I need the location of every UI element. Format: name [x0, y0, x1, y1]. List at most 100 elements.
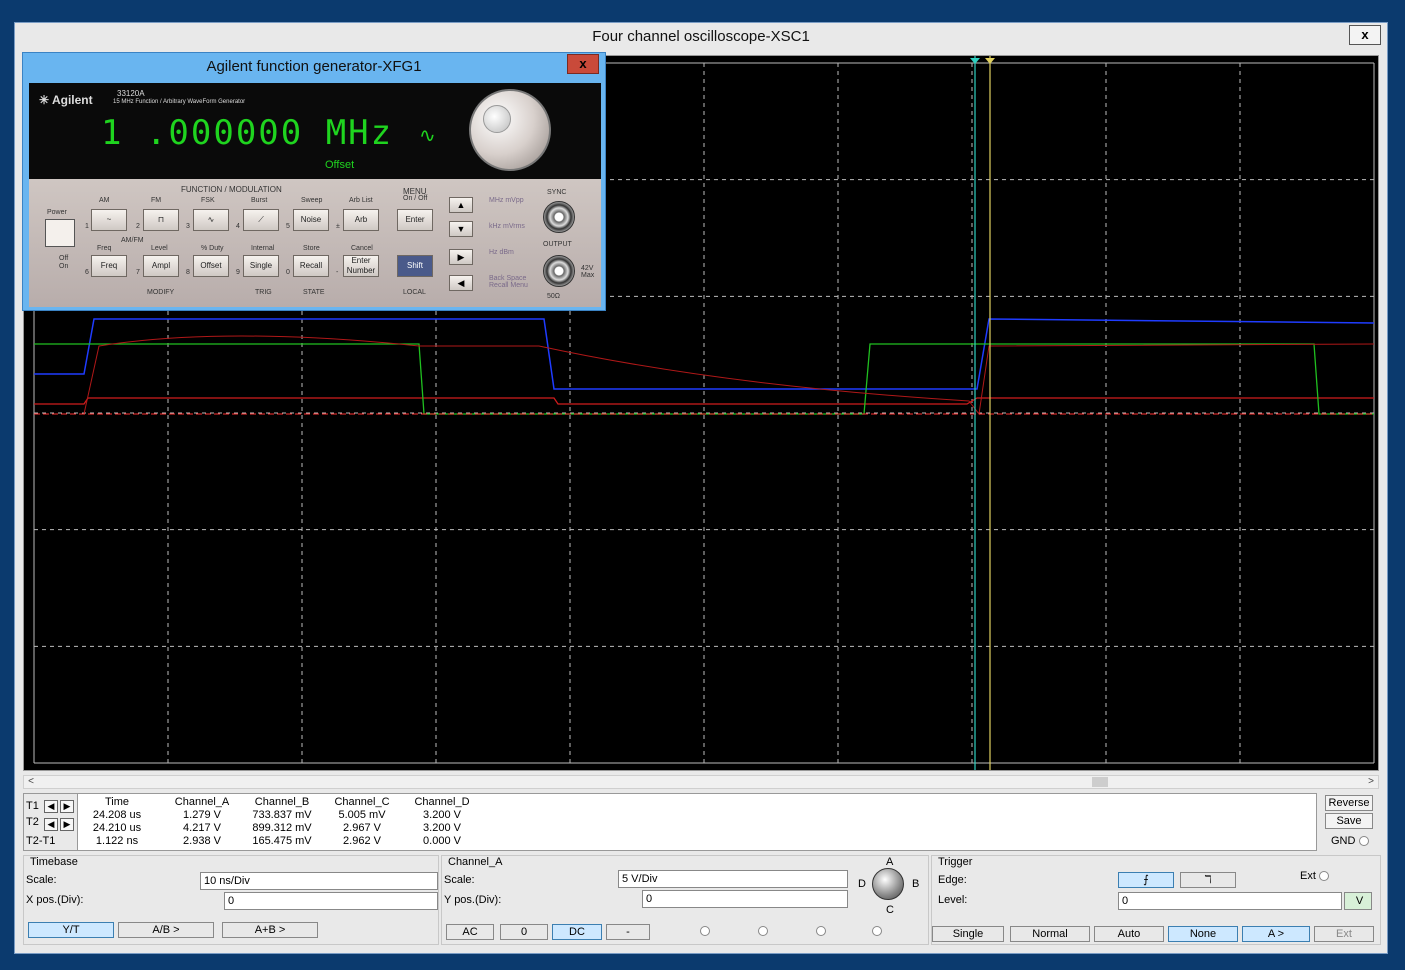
model-desc: 15 MHz Function / Arbitrary WaveForm Gen…	[113, 99, 246, 105]
recall-button[interactable]: Recall	[293, 255, 329, 277]
scroll-left-icon[interactable]: <	[24, 776, 38, 788]
single-button[interactable]: Single	[243, 255, 279, 277]
channel-a-rc-trace	[83, 335, 1375, 416]
cell: 4.217 V	[183, 822, 221, 834]
channel-radio-3[interactable]	[816, 926, 826, 936]
trigger-ext-button[interactable]: Ext	[1314, 926, 1374, 942]
channel-select-knob[interactable]	[872, 868, 904, 900]
channel-radio-4[interactable]	[872, 926, 882, 936]
t2-left-arrow-icon[interactable]: ◀	[44, 818, 58, 831]
t1-left-arrow-icon[interactable]: ◀	[44, 800, 58, 813]
mode-yt-button[interactable]: Y/T	[28, 922, 114, 938]
t2-right-arrow-icon[interactable]: ▶	[60, 818, 74, 831]
power-button[interactable]	[45, 219, 75, 247]
trigger-auto-button[interactable]: Auto	[1094, 926, 1164, 942]
trigger-level-unit[interactable]: V	[1344, 892, 1372, 910]
cell: 2.962 V	[343, 835, 381, 847]
cell: 1.279 V	[183, 809, 221, 821]
t1-right-arrow-icon[interactable]: ▶	[60, 800, 74, 813]
label-local: LOCAL	[403, 289, 426, 296]
knob-label-c: C	[886, 904, 894, 916]
timebase-xpos-input[interactable]: 0	[224, 892, 438, 910]
label-level: Level	[151, 245, 168, 252]
enter-number-button[interactable]: Enter Number	[343, 255, 379, 277]
channel-radio-2[interactable]	[758, 926, 768, 936]
trigger-single-button[interactable]: Single	[932, 926, 1004, 942]
channel-section: Channel_A Scale: 5 V/Div Y pos.(Div): 0 …	[441, 855, 929, 945]
readout-col-d: Channel_D 3.200 V 3.200 V 0.000 V	[402, 796, 482, 848]
left-arrow-icon[interactable]: ◀	[449, 275, 473, 291]
label-sweep: Sweep	[301, 197, 323, 204]
knob-dimple	[483, 105, 511, 133]
trigger-rising-edge-button[interactable]: ⨍	[1118, 872, 1174, 888]
channel-scale-input[interactable]: 5 V/Div	[618, 870, 848, 888]
label-state: STATE	[303, 289, 325, 296]
scroll-thumb[interactable]	[1092, 777, 1108, 787]
num-plusminus: ±	[336, 223, 340, 230]
cell: 1.122 ns	[95, 835, 139, 847]
timebase-title: Timebase	[30, 856, 78, 868]
label-freq: Freq	[97, 245, 112, 252]
channel-ypos-input[interactable]: 0	[642, 890, 848, 908]
coupling-dc-button[interactable]: DC	[552, 924, 602, 940]
timebase-scale-input[interactable]: 10 ns/Div	[200, 872, 438, 890]
trigger-ext-option[interactable]: Ext	[1300, 870, 1329, 882]
sine-button[interactable]: ~	[91, 209, 127, 231]
function-generator-window: Agilent function generator-XFG1 x ✳ Agil…	[22, 52, 606, 311]
right-arrow-icon[interactable]: ▶	[449, 249, 473, 265]
ramp-button[interactable]: ⟋	[243, 209, 279, 231]
trigger-falling-edge-button[interactable]: ℸ	[1180, 872, 1236, 888]
coupling-ac-button[interactable]: AC	[446, 924, 494, 940]
output-connector[interactable]	[543, 255, 575, 287]
shift-button[interactable]: Shift	[397, 255, 433, 277]
label-fm: FM	[151, 197, 162, 204]
trigger-ext-radio[interactable]	[1318, 871, 1329, 882]
label-arb-list: Arb List	[349, 197, 373, 204]
mode-ab-button[interactable]: A/B >	[118, 922, 214, 938]
trigger-normal-button[interactable]: Normal	[1010, 926, 1090, 942]
cursor-readout: T1 ◀ ▶ T2 ◀ ▶ T2-T1 Time 24.208 us 24.21…	[23, 793, 1317, 851]
gnd-radio[interactable]	[1358, 836, 1369, 847]
generator-close-button[interactable]: x	[567, 54, 599, 74]
coupling-minus-button[interactable]: -	[606, 924, 650, 940]
freq-button[interactable]: Freq	[91, 255, 127, 277]
ampl-button[interactable]: Ampl	[143, 255, 179, 277]
readout-col-b: Channel_B 733.837 mV 899.312 mV 165.475 …	[242, 796, 322, 848]
trigger-none-button[interactable]: None	[1168, 926, 1238, 942]
channel-radio-1[interactable]	[700, 926, 710, 936]
header-channel-c: Channel_C	[334, 796, 390, 808]
unit-khz: kHz mVrms	[489, 223, 525, 230]
down-arrow-icon[interactable]: ▼	[449, 221, 473, 237]
readout-col-c: Channel_C 5.005 mV 2.967 V 2.962 V	[322, 796, 402, 848]
horizontal-scrollbar[interactable]: < >	[23, 775, 1379, 789]
save-button[interactable]: Save	[1325, 813, 1373, 829]
noise-button[interactable]: Noise	[293, 209, 329, 231]
sync-connector[interactable]	[543, 201, 575, 233]
num-7: 7	[136, 269, 140, 276]
enter-button[interactable]: Enter	[397, 209, 433, 231]
readout-row-labels: T1 ◀ ▶ T2 ◀ ▶ T2-T1	[24, 794, 78, 850]
gnd-option[interactable]: GND	[1331, 835, 1369, 847]
up-arrow-icon[interactable]: ▲	[449, 197, 473, 213]
cell: 5.005 mV	[338, 809, 386, 821]
mode-aplusb-button[interactable]: A+B >	[222, 922, 318, 938]
scroll-right-icon[interactable]: >	[1364, 776, 1378, 788]
coupling-zero-button[interactable]: 0	[500, 924, 548, 940]
menu-sub: On / Off	[403, 195, 428, 202]
trigger-level-input[interactable]: 0	[1118, 892, 1342, 910]
oscilloscope-close-button[interactable]: x	[1349, 25, 1381, 45]
unit-backspace: Back Space Recall Menu	[489, 275, 528, 289]
label-trig: TRIG	[255, 289, 272, 296]
trigger-section: Trigger Edge: ⨍ ℸ Ext Level: 0 V Single …	[931, 855, 1381, 945]
offset-button[interactable]: Offset	[193, 255, 229, 277]
square-button[interactable]: ⊓	[143, 209, 179, 231]
rotary-knob[interactable]	[469, 89, 551, 171]
header-time: Time	[104, 796, 130, 808]
reverse-button[interactable]: Reverse	[1325, 795, 1373, 811]
trigger-a-button[interactable]: A >	[1242, 926, 1310, 942]
arb-button[interactable]: Arb	[343, 209, 379, 231]
unit-mhz: MHz mVpp	[489, 197, 524, 204]
label-cancel: Cancel	[351, 245, 373, 252]
num-9: 9	[236, 269, 240, 276]
triangle-button[interactable]: ∿	[193, 209, 229, 231]
